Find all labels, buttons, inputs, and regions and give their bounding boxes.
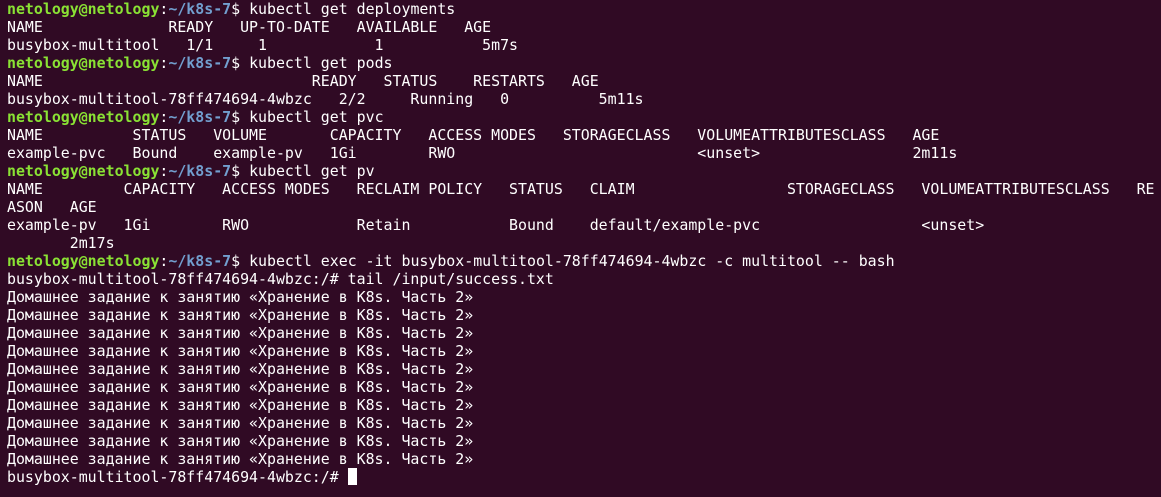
output-line: Домашнее задание к занятию «Хранение в K… [7,342,474,360]
prompt-symbol: $ [231,108,241,126]
prompt-path: ~/k8s-7 [168,108,232,126]
output-line: Домашнее задание к занятию «Хранение в K… [7,360,474,378]
output-line: Домашнее задание к занятию «Хранение в K… [7,288,474,306]
command-text: kubectl get pv [240,162,375,180]
command-text: kubectl exec -it busybox-multitool-78ff4… [240,252,895,270]
prompt-line: netology@netology:~/k8s-7$ kubectl get d… [7,0,1161,18]
output-line: busybox-multitool-78ff474694-4wbzc:/# ta… [7,270,554,288]
output-line: Домашнее задание к занятию «Хранение в K… [7,432,474,450]
output-line: Домашнее задание к занятию «Хранение в K… [7,306,474,324]
prompt-symbol: $ [231,252,241,270]
prompt-user-host: netology@netology [7,54,160,72]
prompt-path: ~/k8s-7 [168,0,232,18]
prompt-line: netology@netology:~/k8s-7$ kubectl get p… [7,162,1161,180]
output-line: example-pvc Bound example-pv 1Gi RWO <un… [7,144,958,162]
output-line: NAME CAPACITY ACCESS MODES RECLAIM POLIC… [7,180,1155,198]
prompt-path: ~/k8s-7 [168,54,232,72]
command-text: kubectl get deployments [240,0,456,18]
active-input-line[interactable]: busybox-multitool-78ff474694-4wbzc:/# [7,468,1161,486]
output-line: ASON AGE [7,198,97,216]
output-line: NAME STATUS VOLUME CAPACITY ACCESS MODES… [7,126,940,144]
command-text: kubectl get pods [240,54,393,72]
prompt-user-host: netology@netology [7,0,160,18]
shell-prompt-text: busybox-multitool-78ff474694-4wbzc:/# [7,468,348,486]
output-line: Домашнее задание к занятию «Хранение в K… [7,414,474,432]
prompt-path: ~/k8s-7 [168,252,232,270]
output-line: NAME READY UP-TO-DATE AVAILABLE AGE [7,18,492,36]
prompt-symbol: $ [231,162,241,180]
prompt-user-host: netology@netology [7,108,160,126]
command-text: kubectl get pvc [240,108,384,126]
output-line: busybox-multitool-78ff474694-4wbzc 2/2 R… [7,90,644,108]
prompt-user-host: netology@netology [7,162,160,180]
text-cursor[interactable] [347,468,357,485]
prompt-user-host: netology@netology [7,252,160,270]
prompt-symbol: $ [231,0,241,18]
output-line: Домашнее задание к занятию «Хранение в K… [7,396,474,414]
prompt-line: netology@netology:~/k8s-7$ kubectl exec … [7,252,1161,270]
output-line: busybox-multitool 1/1 1 1 5m7s [7,36,519,54]
prompt-path: ~/k8s-7 [168,162,232,180]
output-line: example-pv 1Gi RWO Retain Bound default/… [7,216,985,234]
prompt-symbol: $ [231,54,241,72]
prompt-line: netology@netology:~/k8s-7$ kubectl get p… [7,54,1161,72]
prompt-line: netology@netology:~/k8s-7$ kubectl get p… [7,108,1161,126]
output-line: 2m17s [7,234,115,252]
terminal-window[interactable]: netology@netology:~/k8s-7$ kubectl get d… [0,0,1161,497]
output-line: Домашнее задание к занятию «Хранение в K… [7,324,474,342]
output-line: Домашнее задание к занятию «Хранение в K… [7,378,474,396]
output-line: NAME READY STATUS RESTARTS AGE [7,72,599,90]
output-line: Домашнее задание к занятию «Хранение в K… [7,450,474,468]
